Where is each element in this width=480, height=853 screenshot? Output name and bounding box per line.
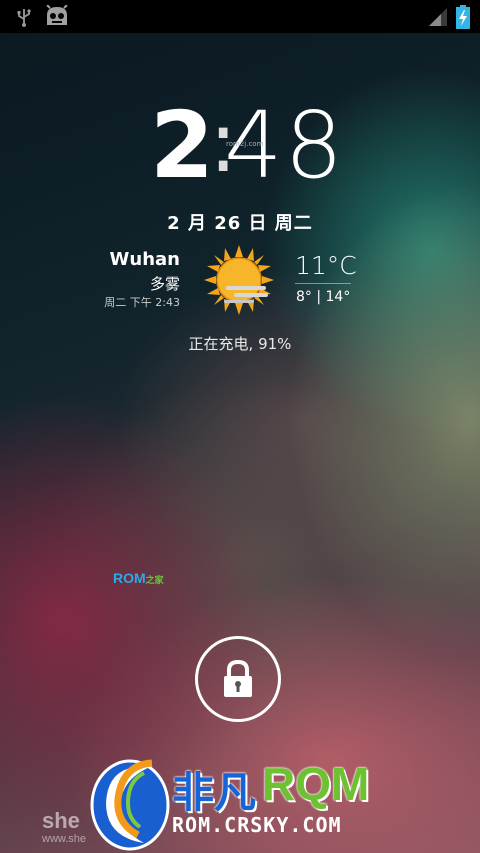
lock-icon (224, 659, 252, 697)
crsky-branding: she www.she 非凡 RQM ROM.CRSKY.COM (0, 745, 480, 853)
weather-updated-time: 周二 下午 2:43 (104, 296, 180, 309)
cyanogen-android-icon (44, 4, 70, 31)
signal-icon (428, 7, 448, 31)
crsky-logo-chinese: 非凡 (172, 768, 257, 817)
weather-range: 8° | 14° (296, 289, 351, 305)
weather-city: Wuhan (109, 249, 180, 270)
crsky-logo-rom: RQM (262, 758, 370, 810)
clock-hours: 2 (150, 92, 214, 199)
rom-home-watermark: ROM之家 (113, 570, 164, 586)
usb-icon (14, 7, 34, 31)
weather-temperature: 11°C (295, 251, 357, 280)
charging-status: 正在充电, 91% (188, 335, 292, 353)
weather-condition: 多雾 (149, 275, 180, 293)
status-bar (0, 0, 480, 33)
weather-widget[interactable]: Wuhan 多雾 周二 下午 2:43 11°C 8° | 14° (0, 245, 480, 315)
rom-watermark-main: ROM (113, 570, 146, 586)
lockscreen-clock: 2 : 48 rom2j.com (0, 100, 480, 200)
she-watermark: she (42, 808, 80, 833)
she-url-watermark: www.she (42, 833, 87, 845)
lockscreen-date: 2 月 26 日 周二 (167, 213, 313, 234)
crsky-url: ROM.CRSKY.COM (172, 813, 342, 837)
weather-divider (295, 283, 351, 284)
clock-watermark: rom2j.com (226, 140, 264, 148)
battery-charging-icon (456, 5, 470, 33)
sun-fog-icon (204, 245, 274, 315)
crsky-logo-icon (90, 759, 170, 851)
unlock-handle[interactable] (195, 636, 281, 722)
rom-watermark-suffix: 之家 (145, 575, 164, 585)
